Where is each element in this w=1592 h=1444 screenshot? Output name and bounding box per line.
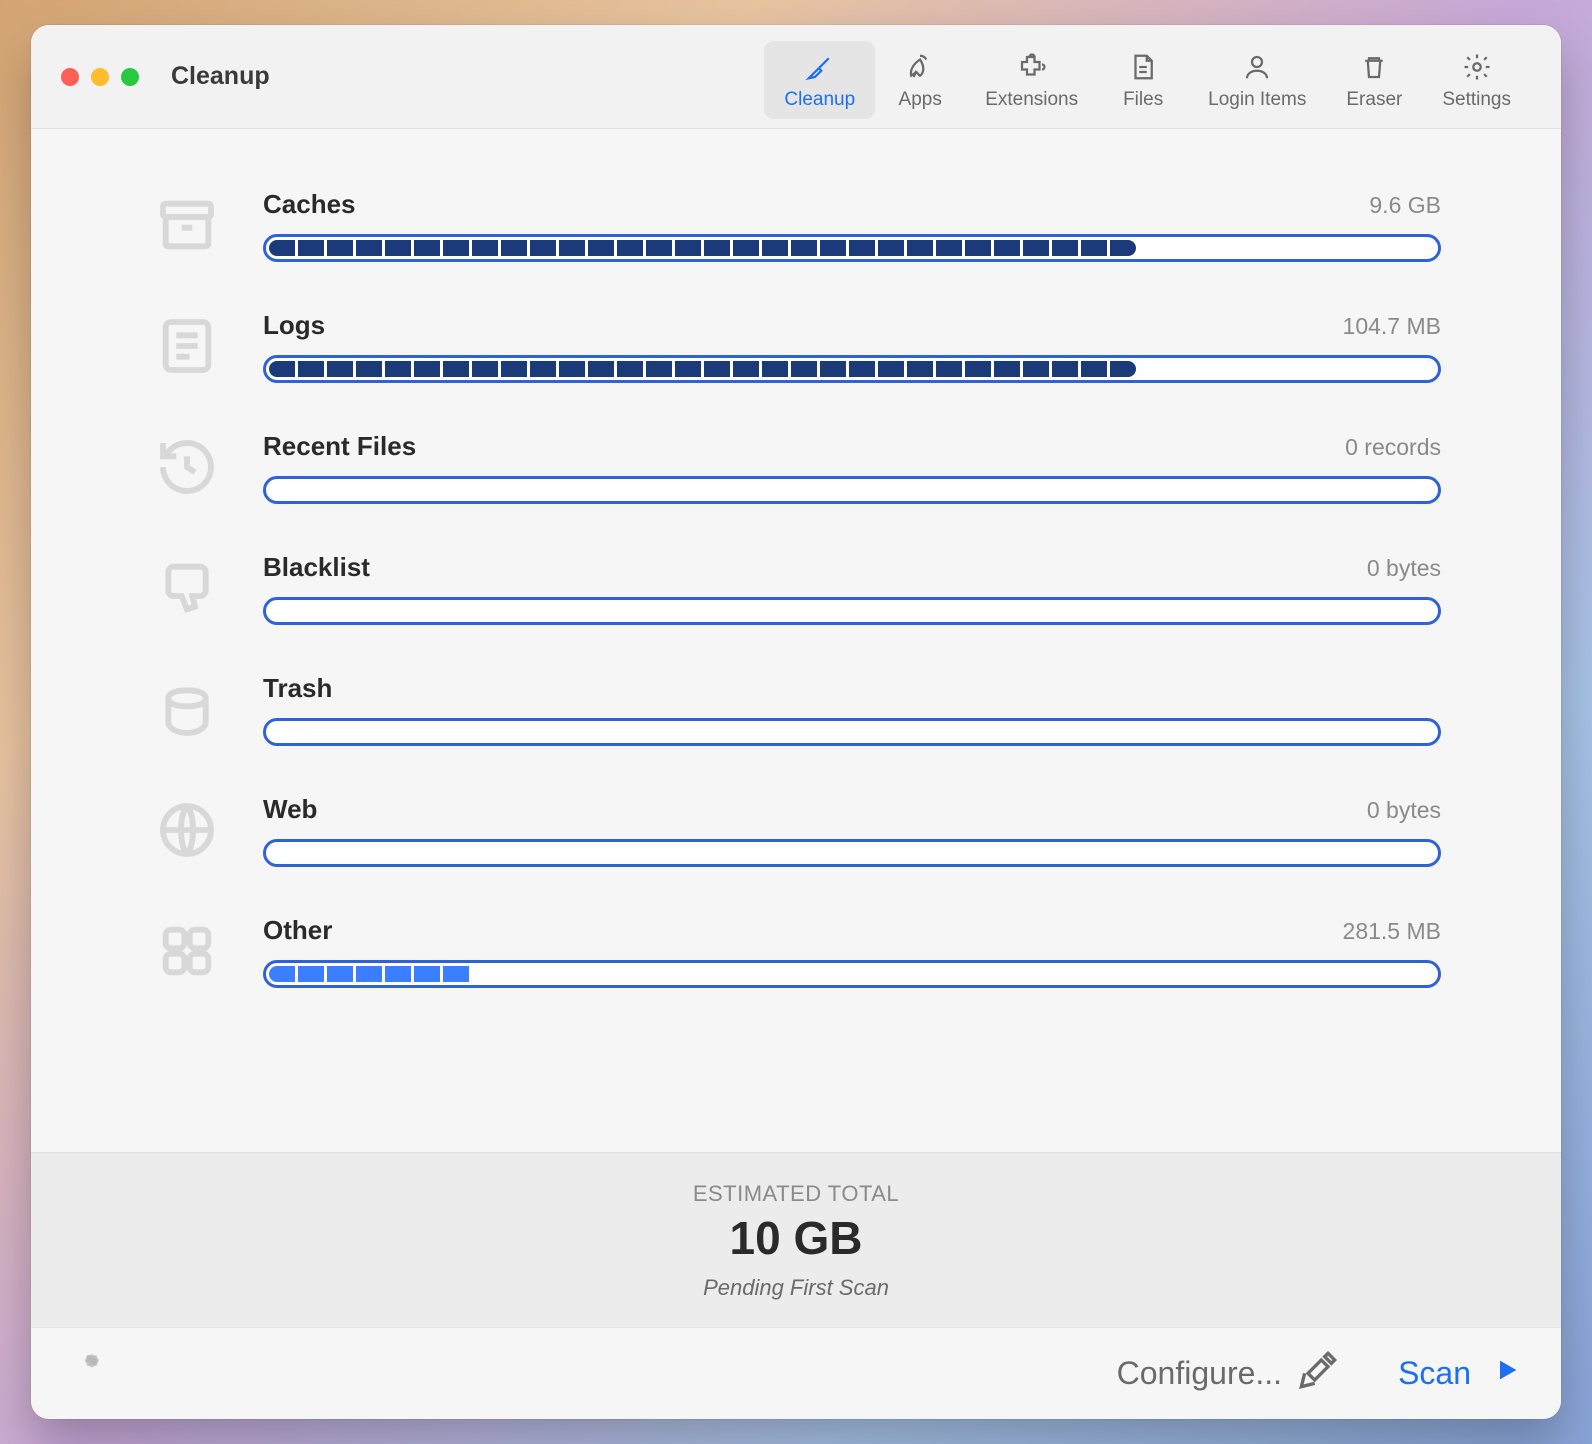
tab-extensions[interactable]: Extensions bbox=[965, 41, 1098, 119]
tab-label: Extensions bbox=[985, 89, 1078, 111]
tab-settings[interactable]: Settings bbox=[1422, 41, 1531, 119]
progress-bar bbox=[263, 718, 1441, 746]
spinner-icon bbox=[71, 1353, 113, 1395]
category-title: Caches bbox=[263, 189, 356, 220]
grid-icon bbox=[151, 915, 223, 987]
category-value: 0 bytes bbox=[1367, 555, 1441, 582]
trash-icon bbox=[1358, 51, 1390, 83]
category-value: 104.7 MB bbox=[1343, 313, 1441, 340]
maximize-button[interactable] bbox=[121, 68, 139, 86]
scan-button[interactable]: Scan bbox=[1398, 1355, 1521, 1392]
puzzle-icon bbox=[1016, 51, 1048, 83]
progress-bar bbox=[263, 234, 1441, 262]
tab-label: Files bbox=[1123, 89, 1163, 111]
tools-icon bbox=[1298, 1350, 1338, 1398]
broom-icon bbox=[804, 51, 836, 83]
category-value: 281.5 MB bbox=[1343, 918, 1441, 945]
globe-icon bbox=[151, 794, 223, 866]
minimize-button[interactable] bbox=[91, 68, 109, 86]
tab-cleanup[interactable]: Cleanup bbox=[764, 41, 875, 119]
tab-label: Cleanup bbox=[784, 89, 855, 111]
tab-label: Eraser bbox=[1346, 89, 1402, 111]
gear-icon bbox=[1461, 51, 1493, 83]
scan-label: Scan bbox=[1398, 1355, 1471, 1392]
tab-apps[interactable]: Apps bbox=[875, 41, 965, 119]
configure-button[interactable]: Configure... bbox=[1117, 1350, 1338, 1398]
toolbar-tabs: Cleanup Apps Extensions Files bbox=[764, 35, 1531, 119]
category-row[interactable]: Other 281.5 MB bbox=[151, 915, 1441, 988]
rocket-icon bbox=[904, 51, 936, 83]
window-title: Cleanup bbox=[171, 62, 270, 91]
list-icon bbox=[151, 310, 223, 382]
titlebar: Cleanup Cleanup Apps Extensions bbox=[31, 25, 1561, 129]
play-icon bbox=[1493, 1355, 1521, 1392]
file-icon bbox=[1127, 51, 1159, 83]
progress-bar bbox=[263, 476, 1441, 504]
category-title: Trash bbox=[263, 673, 332, 704]
category-title: Web bbox=[263, 794, 317, 825]
category-title: Blacklist bbox=[263, 552, 370, 583]
user-icon bbox=[1241, 51, 1273, 83]
archive-icon bbox=[151, 189, 223, 261]
history-icon bbox=[151, 431, 223, 503]
category-row[interactable]: Web 0 bytes bbox=[151, 794, 1441, 867]
category-title: Other bbox=[263, 915, 332, 946]
category-row[interactable]: Trash bbox=[151, 673, 1441, 746]
category-title: Logs bbox=[263, 310, 325, 341]
category-value: 0 bytes bbox=[1367, 797, 1441, 824]
configure-label: Configure... bbox=[1117, 1355, 1282, 1392]
category-title: Recent Files bbox=[263, 431, 416, 462]
category-row[interactable]: Recent Files 0 records bbox=[151, 431, 1441, 504]
progress-bar bbox=[263, 597, 1441, 625]
category-row[interactable]: Caches 9.6 GB bbox=[151, 189, 1441, 262]
progress-bar bbox=[263, 960, 1441, 988]
app-window: Cleanup Cleanup Apps Extensions bbox=[31, 25, 1561, 1419]
close-button[interactable] bbox=[61, 68, 79, 86]
progress-bar bbox=[263, 839, 1441, 867]
tab-label: Apps bbox=[899, 89, 942, 111]
thumbs-down-icon bbox=[151, 552, 223, 624]
tab-login-items[interactable]: Login Items bbox=[1188, 41, 1326, 119]
traffic-lights bbox=[61, 68, 139, 86]
category-value: 0 records bbox=[1345, 434, 1441, 461]
summary-total: 10 GB bbox=[31, 1211, 1561, 1265]
summary-status: Pending First Scan bbox=[31, 1275, 1561, 1301]
progress-bar bbox=[263, 355, 1441, 383]
tab-eraser[interactable]: Eraser bbox=[1326, 41, 1422, 119]
tab-label: Login Items bbox=[1208, 89, 1306, 111]
summary-panel: ESTIMATED TOTAL 10 GB Pending First Scan bbox=[31, 1152, 1561, 1327]
category-row[interactable]: Blacklist 0 bytes bbox=[151, 552, 1441, 625]
tab-label: Settings bbox=[1442, 89, 1511, 111]
summary-label: ESTIMATED TOTAL bbox=[31, 1181, 1561, 1207]
category-value: 9.6 GB bbox=[1369, 192, 1441, 219]
footer: Configure... Scan bbox=[31, 1327, 1561, 1419]
content-area: Caches 9.6 GB Logs 104.7 MB Recent Files 0 re… bbox=[31, 129, 1561, 1152]
category-row[interactable]: Logs 104.7 MB bbox=[151, 310, 1441, 383]
trashcan-icon bbox=[151, 673, 223, 745]
tab-files[interactable]: Files bbox=[1098, 41, 1188, 119]
